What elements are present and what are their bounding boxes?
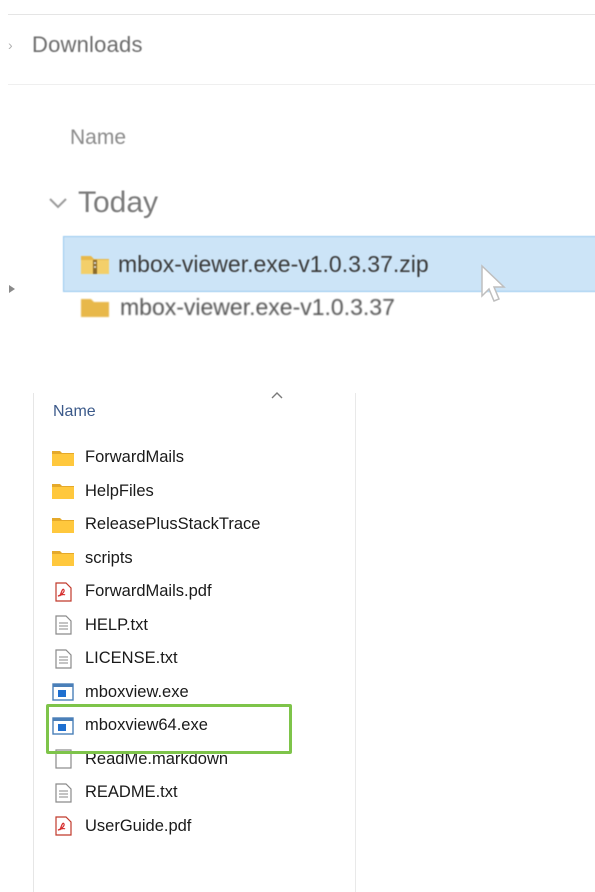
- selected-file-name: mbox-viewer.exe-v1.0.3.37.zip: [118, 250, 429, 277]
- exe-icon: [52, 683, 74, 701]
- partial-file-row[interactable]: mbox-viewer.exe-v1.0.3.37: [80, 294, 510, 324]
- selected-file-row[interactable]: mbox-viewer.exe-v1.0.3.37.zip: [63, 236, 595, 292]
- folder-icon: [52, 450, 74, 466]
- file-list-pane: Name ForwardMails HelpFiles ReleasePlusS…: [33, 390, 595, 892]
- expand-arrow-icon[interactable]: [8, 282, 18, 296]
- column-divider[interactable]: [355, 393, 356, 892]
- group-label: Today: [78, 186, 159, 219]
- list-item[interactable]: HELP.txt: [51, 609, 351, 643]
- divider: [8, 14, 595, 15]
- zip-folder-icon: [81, 299, 109, 317]
- folder-icon: [52, 551, 74, 567]
- highlight-annotation-box: [46, 704, 292, 754]
- column-header-name[interactable]: Name: [53, 403, 96, 421]
- text-file-icon: [55, 649, 72, 669]
- file-list: ForwardMails HelpFiles ReleasePlusStackT…: [51, 441, 351, 843]
- pdf-icon: [55, 582, 72, 602]
- folder-icon: [52, 517, 74, 533]
- file-name: ForwardMails.pdf: [85, 582, 212, 601]
- pdf-icon: [55, 816, 72, 836]
- list-item[interactable]: ForwardMails: [51, 441, 351, 475]
- text-file-icon: [55, 783, 72, 803]
- chevron-down-icon[interactable]: [48, 188, 68, 218]
- file-name: UserGuide.pdf: [85, 816, 192, 835]
- folder-icon: [52, 484, 74, 500]
- list-item[interactable]: ReleasePlusStackTrace: [51, 508, 351, 542]
- text-file-icon: [55, 615, 72, 635]
- file-name: scripts: [85, 548, 133, 567]
- mouse-cursor-icon: [481, 264, 506, 302]
- zoomed-explorer-view: › Downloads Name Today mbox-viewer.exe-v…: [8, 0, 595, 325]
- list-item[interactable]: scripts: [51, 542, 351, 576]
- file-name: HELP.txt: [85, 615, 148, 634]
- file-name: HelpFiles: [85, 481, 154, 500]
- column-header-name[interactable]: Name: [70, 126, 126, 150]
- file-name: mboxview.exe: [85, 682, 189, 701]
- file-name: ForwardMails: [85, 448, 185, 467]
- list-item[interactable]: ForwardMails.pdf: [51, 575, 351, 609]
- breadcrumb-downloads[interactable]: Downloads: [32, 32, 143, 58]
- breadcrumb-chevron-icon[interactable]: ›: [8, 36, 16, 54]
- zip-folder-icon: [81, 256, 109, 274]
- partial-file-name: mbox-viewer.exe-v1.0.3.37: [120, 294, 395, 320]
- file-name: README.txt: [85, 783, 178, 802]
- sort-ascending-icon[interactable]: [271, 390, 283, 400]
- file-name: ReleasePlusStackTrace: [85, 515, 261, 534]
- list-item[interactable]: README.txt: [51, 776, 351, 810]
- list-item[interactable]: LICENSE.txt: [51, 642, 351, 676]
- list-item[interactable]: HelpFiles: [51, 475, 351, 509]
- file-name: LICENSE.txt: [85, 649, 178, 668]
- divider: [33, 393, 34, 892]
- group-header-today[interactable]: Today: [48, 186, 158, 220]
- divider: [8, 84, 595, 85]
- list-item[interactable]: UserGuide.pdf: [51, 810, 351, 844]
